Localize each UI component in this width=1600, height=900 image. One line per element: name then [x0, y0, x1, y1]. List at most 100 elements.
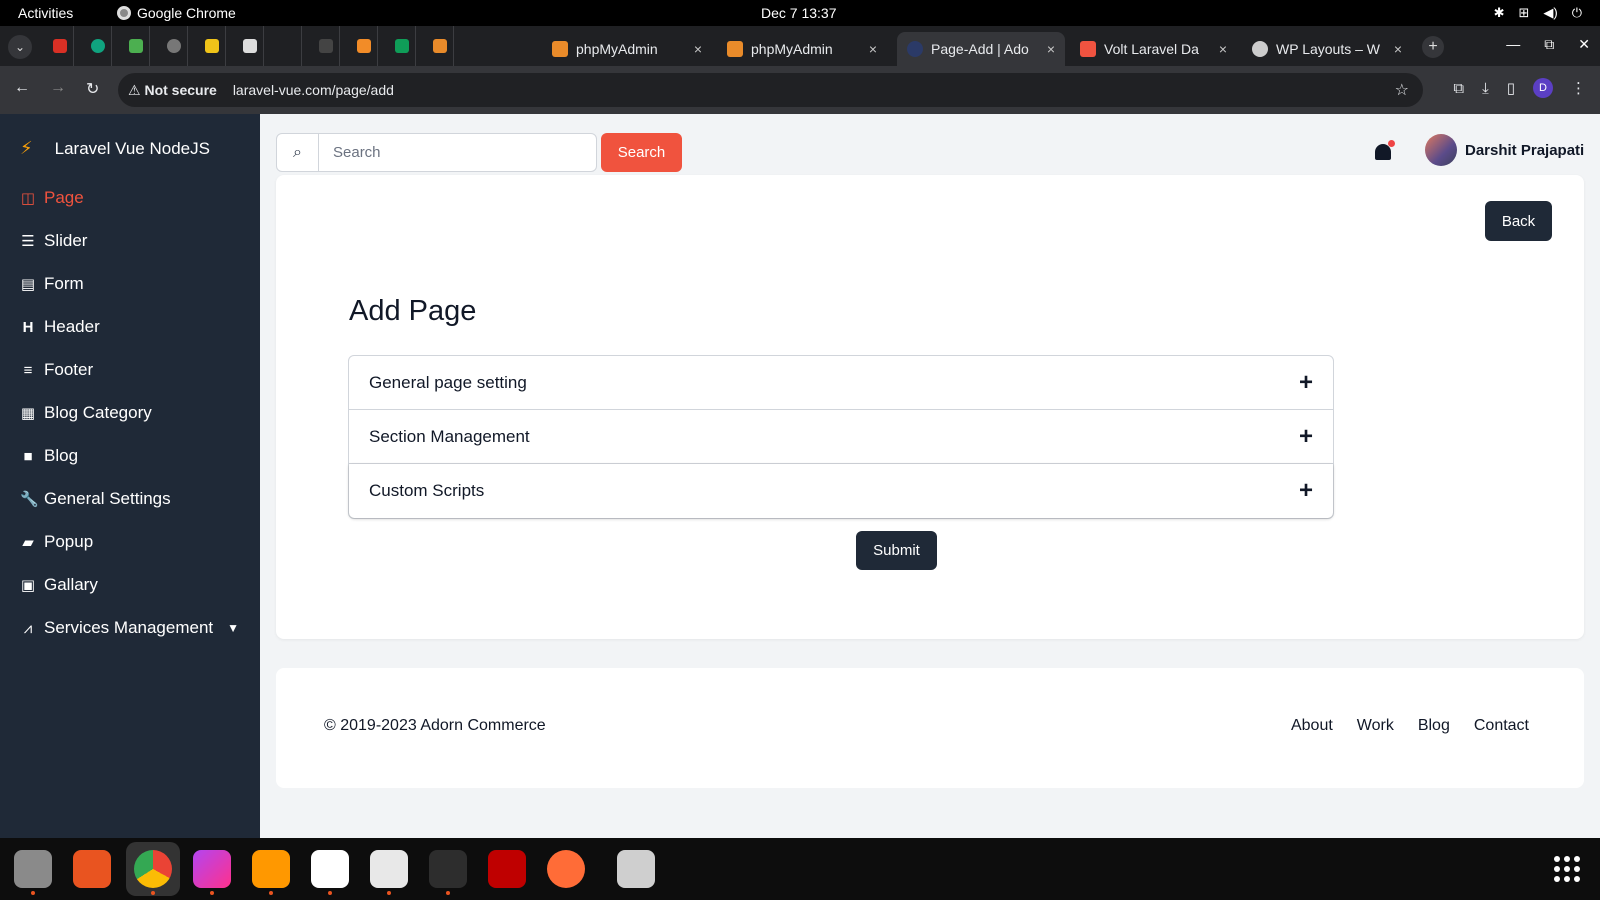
tab-close-icon[interactable]: × [1219, 41, 1227, 57]
sidebar-item-gallary[interactable]: ▣ Gallary [20, 575, 98, 595]
sidebar-item-page[interactable]: ◫ Page [20, 188, 84, 208]
pinned-tab-pro[interactable] [312, 26, 340, 66]
sidebar-item-blog[interactable]: ■ Blog [20, 446, 78, 466]
download-icon[interactable]: ⤓ [1482, 80, 1489, 97]
pinned-tabs [46, 26, 464, 66]
footer-link-work[interactable]: Work [1357, 717, 1394, 735]
search-input[interactable] [319, 134, 596, 171]
footer-link-blog[interactable]: Blog [1418, 717, 1450, 735]
browser-tab[interactable]: phpMyAdmin × [542, 32, 712, 66]
grid-dot [1574, 856, 1580, 862]
sidebar-item-popup[interactable]: ▰ Popup [20, 532, 93, 552]
sidebar-item-services-management[interactable]: ⩘ Services Management ▼ [20, 618, 239, 638]
back-nav-icon[interactable]: ← [14, 79, 30, 97]
footer-link-about[interactable]: About [1291, 717, 1333, 735]
grid-dot [1564, 856, 1570, 862]
accordion-item-general-page-setting[interactable]: General page setting + [349, 356, 1333, 410]
tab-title: WP Layouts – W [1276, 41, 1381, 57]
not-secure-indicator[interactable]: ⚠ Not secure [128, 82, 217, 99]
pinned-tab-blank[interactable] [274, 26, 302, 66]
side-panel-icon[interactable]: ▯ [1507, 79, 1515, 97]
system-clock[interactable]: Dec 7 13:37 [761, 5, 837, 21]
network-icon[interactable]: ⊞ [1518, 5, 1529, 21]
sidebar-item-label: Popup [44, 532, 94, 551]
show-apps-icon[interactable] [1554, 856, 1580, 882]
activities-button[interactable]: Activities [18, 5, 73, 21]
sidebar-item-slider[interactable]: ☰ Slider [20, 231, 87, 251]
profile-avatar[interactable]: D [1533, 78, 1553, 98]
phpstorm-icon[interactable] [193, 850, 231, 895]
pinned-tab-globe[interactable] [160, 26, 188, 66]
extensions-icon[interactable]: ⧉ [1453, 80, 1464, 97]
close-window-icon[interactable]: ✕ [1578, 36, 1590, 53]
sidebar-item-footer[interactable]: ≡ Footer [20, 360, 94, 380]
tab-close-icon[interactable]: × [694, 41, 702, 57]
chrome-icon[interactable] [134, 850, 172, 895]
sublime-text-icon[interactable] [252, 850, 290, 895]
system-tray[interactable]: ✱ ⊞ ◀) ⏻ [1494, 5, 1582, 21]
pinned-tab-gmail[interactable] [46, 26, 74, 66]
power-icon[interactable]: ⏻ [1572, 5, 1582, 21]
back-button[interactable]: Back [1485, 201, 1552, 241]
accordion-item-label: General page setting [369, 372, 527, 392]
trash-icon[interactable] [617, 850, 655, 888]
search-button[interactable]: Search [601, 133, 682, 172]
tab-close-icon[interactable]: × [1394, 41, 1402, 57]
window-controls: — ⧉ ✕ [1506, 36, 1590, 53]
sidebar-item-header[interactable]: H Header [20, 317, 100, 337]
plus-icon[interactable]: + [1299, 423, 1313, 451]
pinned-tab-phpmyadmin[interactable] [426, 26, 454, 66]
pinned-tab-send[interactable] [236, 26, 264, 66]
slack-icon[interactable] [311, 850, 349, 895]
text-editor-icon[interactable] [370, 850, 408, 895]
chrome-icon [117, 6, 131, 20]
browser-tab[interactable]: Volt Laravel Da × [1070, 32, 1237, 66]
sidebar-item-general-settings[interactable]: 🔧 General Settings [20, 489, 171, 509]
address-bar[interactable]: ⚠ Not secure laravel-vue.com/page/add ☆ [118, 73, 1423, 107]
slack-tray-icon[interactable]: ✱ [1494, 5, 1505, 21]
submit-button[interactable]: Submit [856, 531, 937, 570]
volume-icon[interactable]: ◀) [1543, 5, 1557, 21]
browser-tab[interactable]: phpMyAdmin × [717, 32, 887, 66]
bookmark-star-icon[interactable]: ☆ [1395, 80, 1409, 100]
pinned-tab-chatgpt[interactable] [84, 26, 112, 66]
footer-link-contact[interactable]: Contact [1474, 717, 1529, 735]
plus-icon[interactable]: + [1299, 477, 1313, 505]
postman-icon[interactable] [547, 850, 585, 888]
reload-icon[interactable]: ↻ [86, 79, 99, 99]
web-page: ⚡ Laravel Vue NodeJS ◫ Page ☰ Slider ▤ F… [0, 114, 1600, 838]
sidebar-item-label: Form [44, 274, 84, 293]
sidebar-item-blog-category[interactable]: ▦ Blog Category [20, 403, 152, 423]
accordion-item-section-management[interactable]: Section Management + [349, 410, 1333, 464]
minimize-icon[interactable]: — [1506, 36, 1520, 53]
user-menu[interactable]: Darshit Prajapati [1425, 134, 1584, 166]
pinned-tab-photoshop[interactable] [198, 26, 226, 66]
terminal-icon[interactable] [429, 850, 467, 895]
tab-close-icon[interactable]: × [1047, 41, 1055, 57]
pinned-tab-sheets[interactable] [388, 26, 416, 66]
files-icon[interactable] [14, 850, 52, 895]
accordion-item-custom-scripts[interactable]: Custom Scripts + [349, 464, 1333, 518]
tab-title: Page-Add | Ado [931, 41, 1029, 57]
restore-icon[interactable]: ⧉ [1544, 36, 1554, 53]
filezilla-icon[interactable] [488, 850, 526, 888]
paper-plane-icon [242, 39, 257, 53]
search-icon: ⌕ [277, 134, 319, 171]
sidebar-brand[interactable]: ⚡ Laravel Vue NodeJS [20, 138, 210, 159]
phpmyadmin-icon [432, 39, 447, 53]
browser-tab[interactable]: WP Layouts – W × [1242, 32, 1412, 66]
new-tab-button[interactable]: + [1422, 36, 1444, 58]
pinned-tab-webflow[interactable] [122, 26, 150, 66]
chrome-menu-icon[interactable]: ⋮ [1571, 79, 1586, 97]
plus-icon[interactable]: + [1299, 369, 1313, 397]
url-text[interactable]: laravel-vue.com/page/add [233, 82, 394, 98]
tab-close-icon[interactable]: × [869, 41, 877, 57]
active-app-indicator[interactable]: Google Chrome [117, 5, 236, 21]
software-center-icon[interactable] [73, 850, 111, 888]
pinned-tab-invision[interactable] [350, 26, 378, 66]
browser-tab-active[interactable]: Page-Add | Ado × [897, 32, 1065, 66]
forward-nav-icon[interactable]: → [50, 79, 66, 97]
tab-search-button[interactable]: ⌄ [8, 35, 32, 59]
notification-bell-icon[interactable] [1373, 140, 1395, 164]
sidebar-item-form[interactable]: ▤ Form [20, 274, 84, 294]
